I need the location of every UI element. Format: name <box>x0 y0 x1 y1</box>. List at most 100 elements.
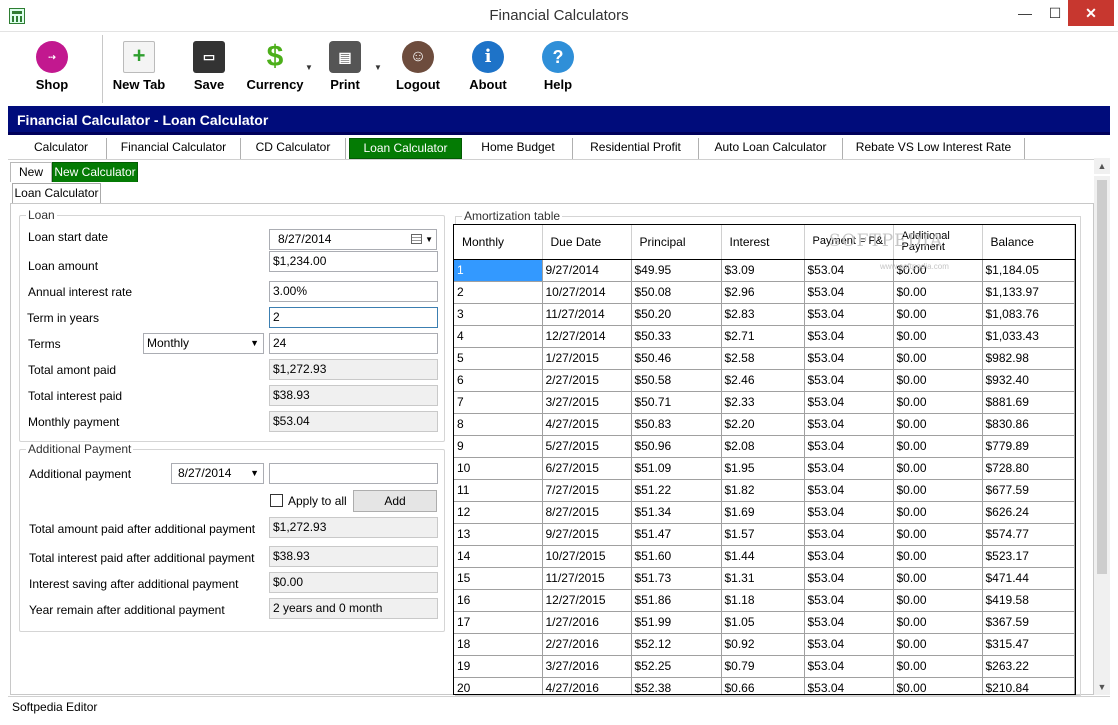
table-cell[interactable]: 4/27/2016 <box>542 677 632 694</box>
table-cell[interactable]: $932.40 <box>982 369 1075 392</box>
table-cell[interactable]: 2/27/2015 <box>542 369 632 392</box>
table-cell[interactable]: $53.04 <box>804 457 894 480</box>
table-cell[interactable]: 6/27/2015 <box>542 457 632 480</box>
table-cell[interactable]: 12/27/2014 <box>542 325 632 348</box>
table-cell[interactable]: $0.79 <box>721 655 805 678</box>
table-cell[interactable]: $779.89 <box>982 435 1075 458</box>
table-cell[interactable]: $0.00 <box>893 677 983 694</box>
table-cell[interactable]: 11/27/2015 <box>542 567 632 590</box>
table-cell[interactable]: 7/27/2015 <box>542 479 632 502</box>
table-row[interactable]: 13 9/27/2015 $51.47 $1.57 $53.04 $0.00 $574.77 <box>454 523 1075 546</box>
table-cell[interactable]: $52.12 <box>631 633 722 656</box>
apply-to-all-label[interactable]: Apply to all <box>288 494 347 508</box>
additional-payment-date[interactable]: 8/27/2014 ▼ <box>171 463 264 484</box>
table-cell[interactable]: $1.95 <box>721 457 805 480</box>
column-header[interactable]: Balance <box>982 225 1075 260</box>
table-row[interactable]: 1 9/27/2014 $49.95 $3.09 $53.04 $0.00 $1,184.0… <box>454 259 1075 282</box>
table-cell[interactable]: 17 <box>454 611 543 634</box>
table-cell[interactable]: $52.38 <box>631 677 722 694</box>
table-row[interactable]: 12 8/27/2015 $51.34 $1.69 $53.04 $0.00 $626.24 <box>454 501 1075 524</box>
table-cell[interactable]: $50.33 <box>631 325 722 348</box>
column-header[interactable]: Interest <box>721 225 805 260</box>
apply-to-all-checkbox[interactable] <box>270 494 283 507</box>
table-row[interactable]: 5 1/27/2015 $50.46 $2.58 $53.04 $0.00 $982.98 <box>454 347 1075 370</box>
table-cell[interactable]: $53.04 <box>804 325 894 348</box>
table-cell[interactable]: $53.04 <box>804 677 894 694</box>
table-cell[interactable]: $0.00 <box>893 611 983 634</box>
add-button[interactable]: Add <box>353 490 437 512</box>
vertical-scrollbar[interactable]: ▼ <box>1094 176 1110 695</box>
table-cell[interactable]: $50.46 <box>631 347 722 370</box>
table-row[interactable]: 3 11/27/2014 $50.20 $2.83 $53.04 $0.00 $1,083.… <box>454 303 1075 326</box>
table-cell[interactable]: $1,133.97 <box>982 281 1075 304</box>
table-cell[interactable]: $53.04 <box>804 413 894 436</box>
table-row[interactable]: 15 11/27/2015 $51.73 $1.31 $53.04 $0.00 $471.4… <box>454 567 1075 590</box>
table-cell[interactable]: $51.09 <box>631 457 722 480</box>
table-cell[interactable]: $881.69 <box>982 391 1075 414</box>
terms-select[interactable]: Monthly ▼ <box>143 333 264 354</box>
table-cell[interactable]: $53.04 <box>804 281 894 304</box>
table-row[interactable]: 6 2/27/2015 $50.58 $2.46 $53.04 $0.00 $932.40 <box>454 369 1075 392</box>
table-row[interactable]: 2 10/27/2014 $50.08 $2.96 $53.04 $0.00 $1,133.… <box>454 281 1075 304</box>
table-cell[interactable]: $53.04 <box>804 567 894 590</box>
table-cell[interactable]: $728.80 <box>982 457 1075 480</box>
table-row[interactable]: 11 7/27/2015 $51.22 $1.82 $53.04 $0.00 $677.59 <box>454 479 1075 502</box>
table-cell[interactable]: $830.86 <box>982 413 1075 436</box>
table-cell[interactable]: 16 <box>454 589 543 612</box>
table-cell[interactable]: $53.04 <box>804 633 894 656</box>
table-cell[interactable]: 7 <box>454 391 543 414</box>
table-cell[interactable]: 12 <box>454 501 543 524</box>
table-cell[interactable]: 9 <box>454 435 543 458</box>
column-header[interactable]: Due Date <box>542 225 632 260</box>
table-cell[interactable]: $2.96 <box>721 281 805 304</box>
scroll-down-arrow-icon[interactable]: ▼ <box>1094 679 1110 695</box>
table-cell[interactable]: $0.00 <box>893 457 983 480</box>
table-cell[interactable]: $0.00 <box>893 523 983 546</box>
table-cell[interactable]: $1.31 <box>721 567 805 590</box>
table-cell[interactable]: $51.60 <box>631 545 722 568</box>
table-cell[interactable]: 12/27/2015 <box>542 589 632 612</box>
term-years-field[interactable]: 2 <box>269 307 438 328</box>
table-cell[interactable]: 20 <box>454 677 543 694</box>
loan-start-date-picker[interactable]: 8/27/2014 ▼ <box>269 229 437 250</box>
table-cell[interactable]: $2.58 <box>721 347 805 370</box>
loan-amount-field[interactable]: $1,234.00 <box>269 251 438 272</box>
table-cell[interactable]: 2 <box>454 281 543 304</box>
table-cell[interactable]: $1.82 <box>721 479 805 502</box>
table-cell[interactable]: 15 <box>454 567 543 590</box>
table-row[interactable]: 14 10/27/2015 $51.60 $1.44 $53.04 $0.00 $523.1… <box>454 545 1075 568</box>
table-row[interactable]: 9 5/27/2015 $50.96 $2.08 $53.04 $0.00 $779.89 <box>454 435 1075 458</box>
table-cell[interactable]: $0.00 <box>893 567 983 590</box>
table-cell[interactable]: $2.83 <box>721 303 805 326</box>
column-header[interactable]: Principal <box>631 225 722 260</box>
table-cell[interactable]: $53.04 <box>804 611 894 634</box>
table-cell[interactable]: $0.00 <box>893 545 983 568</box>
table-cell[interactable]: 13 <box>454 523 543 546</box>
table-cell[interactable]: $53.04 <box>804 501 894 524</box>
tab-auto-loan-calculator[interactable]: Auto Loan Calculator <box>699 138 843 159</box>
table-cell[interactable]: 9/27/2015 <box>542 523 632 546</box>
table-cell[interactable]: 10/27/2014 <box>542 281 632 304</box>
table-row[interactable]: 8 4/27/2015 $50.83 $2.20 $53.04 $0.00 $830.86 <box>454 413 1075 436</box>
table-cell[interactable]: $0.00 <box>893 501 983 524</box>
additional-payment-field[interactable] <box>269 463 438 484</box>
table-cell[interactable]: $51.99 <box>631 611 722 634</box>
table-cell[interactable]: $53.04 <box>804 347 894 370</box>
tab-residential-profit[interactable]: Residential Profit <box>573 138 699 159</box>
amortization-table[interactable]: Monthly Due Date Principal Interest Paym… <box>453 224 1076 695</box>
table-cell[interactable]: $50.96 <box>631 435 722 458</box>
table-cell[interactable]: $49.95 <box>631 259 722 282</box>
subtab-new[interactable]: New <box>10 162 52 182</box>
save-button[interactable]: ▭ Save <box>180 41 238 101</box>
scroll-up-arrow-icon[interactable]: ▲ <box>1094 158 1110 174</box>
table-cell[interactable]: $0.00 <box>893 391 983 414</box>
table-cell[interactable]: $52.25 <box>631 655 722 678</box>
table-cell[interactable]: $2.71 <box>721 325 805 348</box>
table-cell[interactable]: 9/27/2014 <box>542 259 632 282</box>
table-cell[interactable]: $1.05 <box>721 611 805 634</box>
table-cell[interactable]: 4 <box>454 325 543 348</box>
table-cell[interactable]: 18 <box>454 633 543 656</box>
chevron-down-icon[interactable]: ▼ <box>425 230 433 249</box>
table-cell[interactable]: $0.00 <box>893 589 983 612</box>
tab-cd-calculator[interactable]: CD Calculator <box>241 138 346 159</box>
